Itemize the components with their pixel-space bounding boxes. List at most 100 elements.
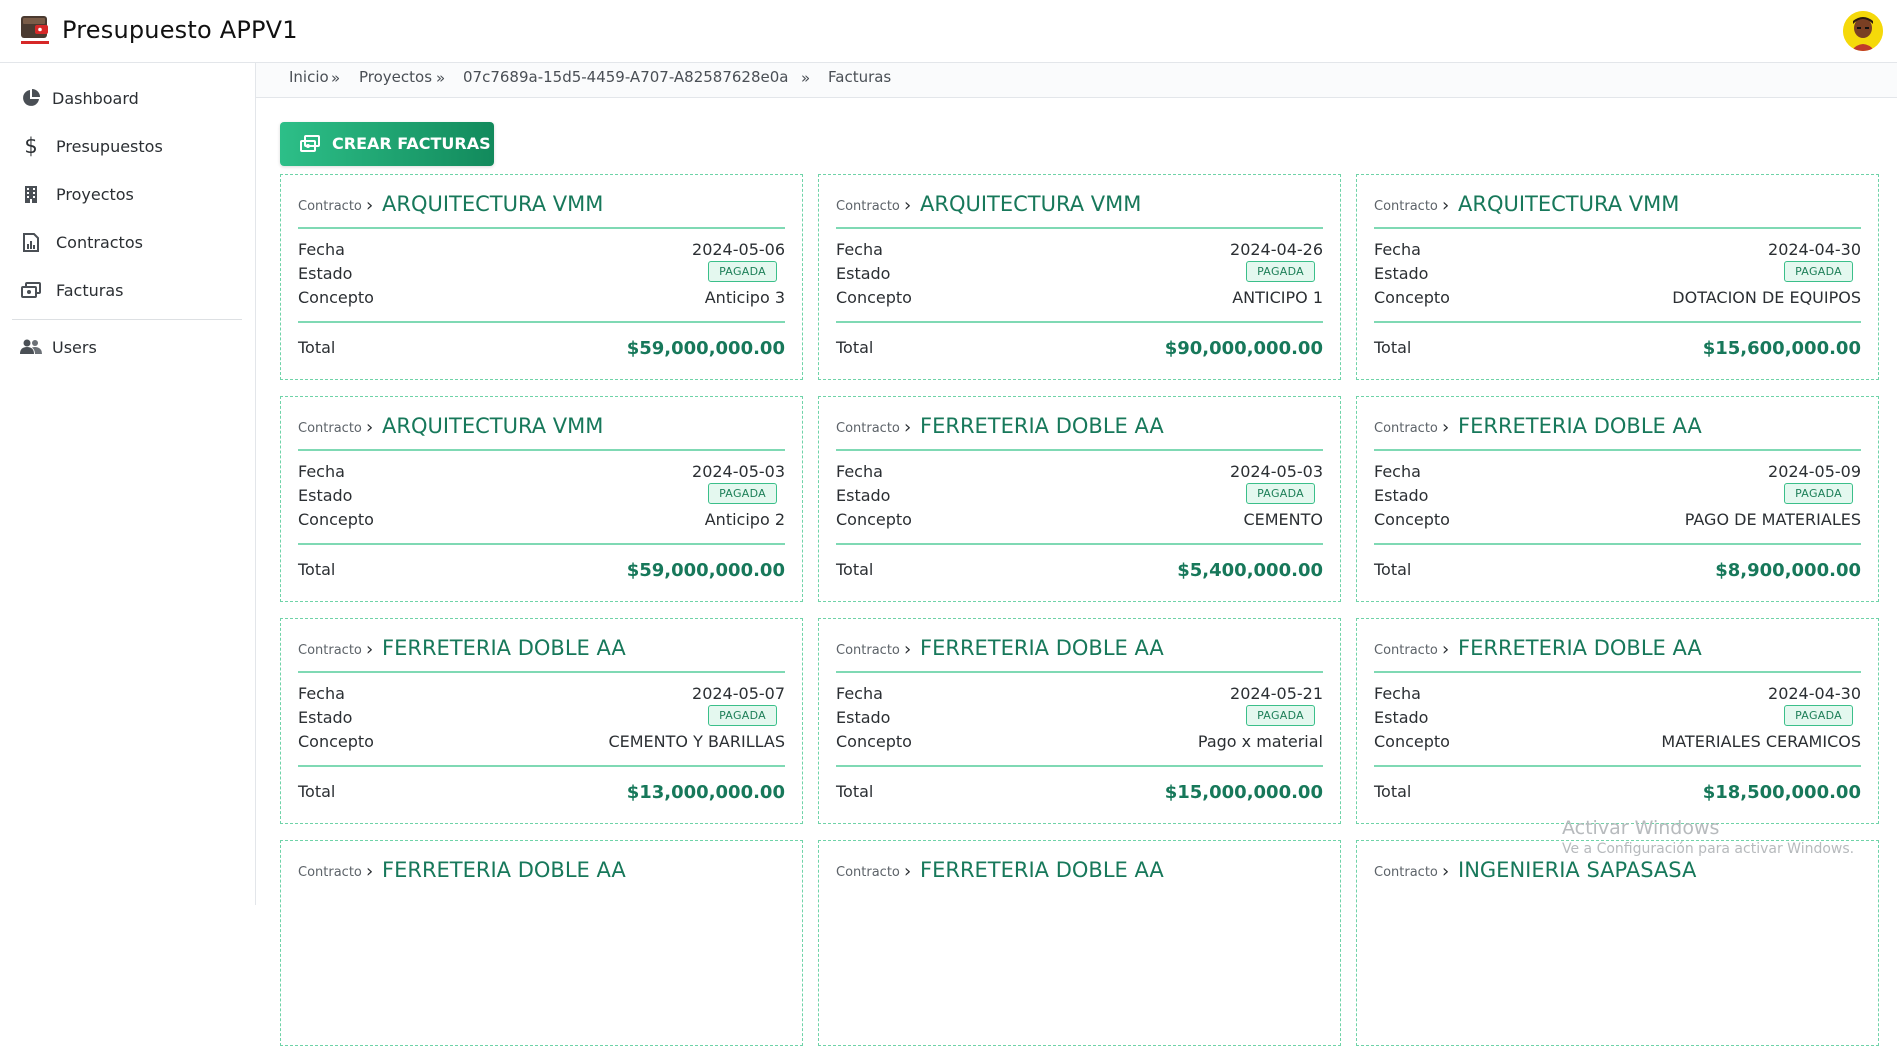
total-value: $18,500,000.00	[1702, 782, 1861, 803]
contract-name[interactable]: FERRETERIA DOBLE AA	[920, 636, 1164, 660]
concept-label: Concepto	[1374, 288, 1450, 307]
card-header: Contracto › FERRETERIA DOBLE AA	[298, 857, 785, 887]
invoice-card[interactable]: Contracto › ARQUITECTURA VMM Fecha 2024-…	[280, 396, 803, 602]
concept-row: Concepto CEMENTO Y BARILLAS	[298, 732, 785, 754]
concept-value: ANTICIPO 1	[1232, 288, 1323, 307]
invoice-card[interactable]: Contracto › FERRETERIA DOBLE AA Fecha 20…	[1356, 618, 1879, 824]
invoice-card[interactable]: Contracto › FERRETERIA DOBLE AA	[280, 840, 803, 1046]
invoice-card[interactable]: Contracto › ARQUITECTURA VMM Fecha 2024-…	[818, 174, 1341, 380]
total-label: Total	[298, 338, 336, 357]
date-value: 2024-05-06	[692, 240, 785, 259]
card-header: Contracto › FERRETERIA DOBLE AA	[836, 857, 1323, 887]
card-header: Contracto › ARQUITECTURA VMM	[298, 413, 785, 443]
invoice-card[interactable]: Contracto › FERRETERIA DOBLE AA	[818, 840, 1341, 1046]
contract-name[interactable]: FERRETERIA DOBLE AA	[1458, 636, 1702, 660]
total-label: Total	[1374, 782, 1412, 801]
card-divider	[298, 671, 785, 673]
card-header: Contracto › FERRETERIA DOBLE AA	[836, 635, 1323, 665]
user-avatar[interactable]	[1843, 11, 1883, 51]
card-divider	[1374, 765, 1861, 767]
date-row: Fecha 2024-05-06	[298, 240, 785, 262]
invoice-card[interactable]: Contracto › FERRETERIA DOBLE AA Fecha 20…	[818, 618, 1341, 824]
pie-chart-icon	[20, 87, 42, 109]
contract-name[interactable]: INGENIERIA SAPASASA	[1458, 858, 1696, 882]
sidebar-item-contractos[interactable]: Contractos	[0, 222, 256, 262]
card-divider	[1374, 543, 1861, 545]
sidebar-item-users[interactable]: Users	[0, 327, 256, 367]
sidebar-item-proyectos[interactable]: Proyectos	[0, 174, 256, 214]
date-value: 2024-04-26	[1230, 240, 1323, 259]
contract-name[interactable]: FERRETERIA DOBLE AA	[920, 858, 1164, 882]
status-badge: PAGADA	[708, 261, 777, 282]
contract-label: Contracto	[298, 199, 362, 214]
app-title: Presupuesto APPV1	[62, 16, 298, 44]
card-header: Contracto › ARQUITECTURA VMM	[298, 191, 785, 221]
contract-name[interactable]: ARQUITECTURA VMM	[920, 192, 1141, 216]
invoice-card[interactable]: Contracto › ARQUITECTURA VMM Fecha 2024-…	[280, 174, 803, 380]
breadcrumb-separator-icon: »	[801, 69, 811, 87]
chevron-right-icon: ›	[366, 639, 374, 660]
breadcrumb-project-id[interactable]: 07c7689a-15d5-4459-A707-A82587628e0a	[463, 68, 788, 86]
invoice-card[interactable]: Contracto › INGENIERIA SAPASASA	[1356, 840, 1879, 1046]
sidebar-item-facturas[interactable]: Facturas	[0, 270, 256, 310]
card-header: Contracto › INGENIERIA SAPASASA	[1374, 857, 1861, 887]
chevron-right-icon: ›	[1442, 639, 1450, 660]
state-row: Estado PAGADA	[298, 483, 785, 508]
state-label: Estado	[298, 708, 353, 727]
state-row: Estado PAGADA	[1374, 261, 1861, 286]
concept-label: Concepto	[1374, 732, 1450, 751]
chevron-right-icon: ›	[904, 195, 912, 216]
breadcrumb: Inicio » Proyectos » 07c7689a-15d5-4459-…	[256, 63, 1897, 98]
contract-name[interactable]: FERRETERIA DOBLE AA	[920, 414, 1164, 438]
total-value: $5,400,000.00	[1177, 560, 1323, 581]
concept-value: CEMENTO	[1243, 510, 1323, 529]
state-row: Estado PAGADA	[1374, 483, 1861, 508]
dollar-icon: $	[24, 134, 38, 158]
status-badge: PAGADA	[1246, 705, 1315, 726]
date-row: Fecha 2024-04-30	[1374, 240, 1861, 262]
total-label: Total	[836, 560, 874, 579]
sidebar-item-dashboard[interactable]: Dashboard	[0, 78, 256, 118]
state-row: Estado PAGADA	[298, 705, 785, 730]
contract-name[interactable]: ARQUITECTURA VMM	[382, 192, 603, 216]
sidebar-item-presupuestos[interactable]: $ Presupuestos	[0, 126, 256, 166]
contract-name[interactable]: ARQUITECTURA VMM	[1458, 192, 1679, 216]
concept-label: Concepto	[836, 510, 912, 529]
invoice-card[interactable]: Contracto › FERRETERIA DOBLE AA Fecha 20…	[280, 618, 803, 824]
sidebar: Dashboard $ Presupuestos Proyectos Contr…	[0, 63, 256, 905]
status-badge: PAGADA	[1784, 261, 1853, 282]
building-icon	[20, 183, 42, 205]
date-label: Fecha	[836, 240, 883, 259]
state-label: Estado	[1374, 486, 1429, 505]
concept-label: Concepto	[298, 288, 374, 307]
date-row: Fecha 2024-05-03	[298, 462, 785, 484]
contract-name[interactable]: FERRETERIA DOBLE AA	[1458, 414, 1702, 438]
card-divider	[1374, 227, 1861, 229]
state-row: Estado PAGADA	[1374, 705, 1861, 730]
contract-name[interactable]: FERRETERIA DOBLE AA	[382, 858, 626, 882]
windows-activation-title: Activar Windows	[1562, 817, 1720, 839]
contract-name[interactable]: FERRETERIA DOBLE AA	[382, 636, 626, 660]
users-icon	[20, 336, 42, 358]
concept-row: Concepto Anticipo 2	[298, 510, 785, 532]
create-invoices-button[interactable]: CREAR FACTURAS	[280, 122, 494, 166]
breadcrumb-proyectos[interactable]: Proyectos	[359, 68, 432, 86]
invoice-card[interactable]: Contracto › FERRETERIA DOBLE AA Fecha 20…	[818, 396, 1341, 602]
card-divider	[836, 543, 1323, 545]
sidebar-divider	[12, 319, 242, 320]
chevron-right-icon: ›	[1442, 417, 1450, 438]
contract-label: Contracto	[1374, 421, 1438, 436]
concept-row: Concepto ANTICIPO 1	[836, 288, 1323, 310]
card-divider	[298, 449, 785, 451]
date-value: 2024-04-30	[1768, 240, 1861, 259]
invoice-card[interactable]: Contracto › FERRETERIA DOBLE AA Fecha 20…	[1356, 396, 1879, 602]
contract-name[interactable]: ARQUITECTURA VMM	[382, 414, 603, 438]
date-label: Fecha	[298, 684, 345, 703]
date-row: Fecha 2024-05-07	[298, 684, 785, 706]
state-label: Estado	[836, 264, 891, 283]
total-label: Total	[298, 560, 336, 579]
date-label: Fecha	[1374, 462, 1421, 481]
breadcrumb-inicio[interactable]: Inicio	[289, 68, 329, 86]
invoice-card[interactable]: Contracto › ARQUITECTURA VMM Fecha 2024-…	[1356, 174, 1879, 380]
wallet-logo-icon[interactable]	[20, 14, 50, 46]
